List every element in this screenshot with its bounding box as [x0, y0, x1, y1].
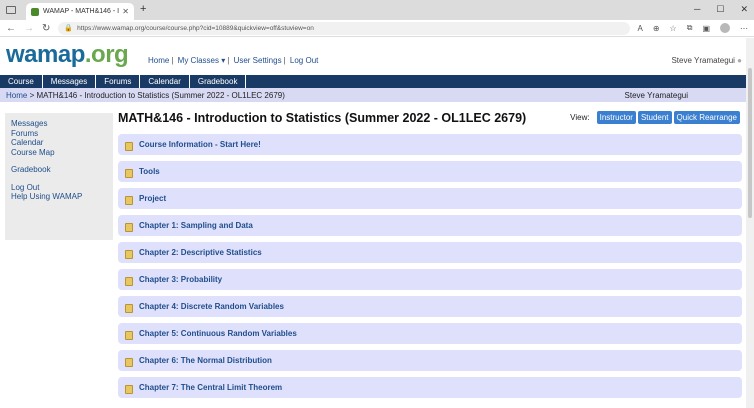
block-label[interactable]: Chapter 6: The Normal Distribution: [139, 356, 272, 365]
read-aloud-icon[interactable]: A: [638, 24, 643, 33]
sidebar-item-help[interactable]: Help Using WAMAP: [11, 192, 107, 202]
quick-rearrange-button[interactable]: Quick Rearrange: [673, 111, 740, 124]
lock-icon: 🔒: [64, 25, 74, 32]
page-title: MATH&146 - Introduction to Statistics (S…: [118, 111, 527, 125]
forward-icon[interactable]: →: [24, 23, 34, 34]
close-window-icon[interactable]: ✕: [740, 4, 748, 15]
url-bar[interactable]: 🔒 https://www.wamap.org/course/course.ph…: [58, 21, 630, 35]
course-block[interactable]: Chapter 3: Probability: [118, 269, 742, 290]
extensions-icon[interactable]: ⧉: [687, 23, 693, 33]
main-content: MATH&146 - Introduction to Statistics (S…: [118, 108, 742, 404]
avatar[interactable]: [720, 23, 730, 33]
nav-messages[interactable]: Messages: [43, 75, 97, 88]
breadcrumb-home[interactable]: Home: [6, 91, 27, 100]
site-logo[interactable]: wamap.org: [6, 41, 129, 69]
block-label[interactable]: Chapter 4: Discrete Random Variables: [139, 302, 284, 311]
course-block[interactable]: Chapter 7: The Central Limit Theorem: [118, 377, 742, 398]
block-label[interactable]: Course Information - Start Here!: [139, 140, 261, 149]
maximize-icon[interactable]: ☐: [716, 4, 724, 15]
block-label[interactable]: Chapter 2: Descriptive Statistics: [139, 248, 262, 257]
address-row: ← → ↻ 🔒 https://www.wamap.org/course/cou…: [0, 20, 754, 37]
zoom-icon[interactable]: ⊕: [653, 24, 660, 33]
collections-icon[interactable]: ▣: [702, 24, 710, 33]
my-classes-link[interactable]: My Classes: [178, 56, 219, 65]
nav-calendar[interactable]: Calendar: [140, 75, 190, 88]
sidebar-item-log-out[interactable]: Log Out: [11, 183, 107, 193]
home-link[interactable]: Home: [148, 56, 169, 65]
browser-toolbar: A ⊕ ☆ ⧉ ▣ ⋯: [638, 23, 748, 33]
block-label[interactable]: Chapter 3: Probability: [139, 275, 222, 284]
breadcrumb: Home > MATH&146 - Introduction to Statis…: [0, 88, 754, 102]
breadcrumb-user: Steve Yramategui: [624, 90, 688, 100]
nav-forums[interactable]: Forums: [96, 75, 141, 88]
block-label[interactable]: Chapter 1: Sampling and Data: [139, 221, 253, 230]
chevron-down-icon: ▾: [219, 56, 226, 65]
sidebar-item-course-map[interactable]: Course Map: [11, 148, 107, 158]
folder-icon: [125, 142, 133, 151]
nav-gradebook[interactable]: Gradebook: [190, 75, 247, 88]
more-icon[interactable]: ⋯: [740, 24, 748, 33]
log-out-link[interactable]: Log Out: [290, 56, 318, 65]
favicon-icon: [31, 7, 39, 16]
sidebar: Messages Forums Calendar Course Map Grad…: [5, 113, 113, 240]
browser-tabbar: WAMAP - MATH&146 - Introdu ✕ + ─ ☐ ✕: [0, 0, 754, 20]
block-label[interactable]: Chapter 7: The Central Limit Theorem: [139, 383, 282, 392]
folder-icon: [125, 358, 133, 367]
folder-icon: [125, 385, 133, 394]
course-block[interactable]: Project: [118, 188, 742, 209]
reload-icon[interactable]: ↻: [42, 23, 50, 34]
view-switcher: View: Instructor Student Quick Rearrange: [570, 111, 740, 124]
sidebar-item-forums[interactable]: Forums: [11, 129, 107, 139]
course-block[interactable]: Chapter 6: The Normal Distribution: [118, 350, 742, 371]
view-label: View:: [570, 113, 590, 122]
folder-icon: [125, 169, 133, 178]
block-label[interactable]: Tools: [139, 167, 160, 176]
favorite-icon[interactable]: ☆: [670, 24, 677, 33]
folder-icon: [125, 250, 133, 259]
course-block[interactable]: Chapter 1: Sampling and Data: [118, 215, 742, 236]
view-instructor-button[interactable]: Instructor: [596, 111, 636, 124]
sidebar-item-messages[interactable]: Messages: [11, 119, 107, 129]
folder-icon: [125, 331, 133, 340]
url-text: https://www.wamap.org/course/course.php?…: [77, 24, 314, 32]
user-name: Steve Yramategui ●: [671, 56, 742, 65]
scrollbar-thumb[interactable]: [748, 68, 752, 218]
new-tab-icon[interactable]: +: [140, 3, 146, 15]
close-tab-icon[interactable]: ✕: [122, 7, 129, 16]
tab-title: WAMAP - MATH&146 - Introdu: [43, 8, 120, 15]
minimize-icon[interactable]: ─: [694, 4, 700, 15]
back-icon[interactable]: ←: [6, 23, 16, 34]
course-block[interactable]: Chapter 4: Discrete Random Variables: [118, 296, 742, 317]
page-scrollbar[interactable]: [746, 38, 754, 408]
block-label[interactable]: Project: [139, 194, 166, 203]
course-block[interactable]: Chapter 2: Descriptive Statistics: [118, 242, 742, 263]
user-icon: ●: [737, 56, 742, 65]
folder-icon: [125, 223, 133, 232]
folder-icon: [125, 277, 133, 286]
course-block[interactable]: Tools: [118, 161, 742, 182]
course-nav: Course Messages Forums Calendar Gradeboo…: [0, 75, 754, 88]
folder-icon: [125, 304, 133, 313]
browser-tab[interactable]: WAMAP - MATH&146 - Introdu ✕: [26, 3, 134, 20]
window-controls: ─ ☐ ✕: [694, 4, 748, 15]
view-student-button[interactable]: Student: [637, 111, 672, 124]
course-block[interactable]: Course Information - Start Here!: [118, 134, 742, 155]
user-settings-link[interactable]: User Settings: [234, 56, 282, 65]
site-header: wamap.org Home | My Classes ▾ | User Setti…: [0, 37, 754, 75]
sidebar-item-gradebook[interactable]: Gradebook: [11, 165, 107, 175]
block-label[interactable]: Chapter 5: Continuous Random Variables: [139, 329, 297, 338]
breadcrumb-current: > MATH&146 - Introduction to Statistics …: [29, 90, 285, 100]
course-block[interactable]: Chapter 5: Continuous Random Variables: [118, 323, 742, 344]
sidebar-item-calendar[interactable]: Calendar: [11, 138, 107, 148]
nav-course[interactable]: Course: [0, 75, 43, 88]
folder-icon: [125, 196, 133, 205]
top-links: Home | My Classes ▾ | User Settings | Log O…: [148, 56, 319, 65]
window-icon: [6, 6, 16, 14]
